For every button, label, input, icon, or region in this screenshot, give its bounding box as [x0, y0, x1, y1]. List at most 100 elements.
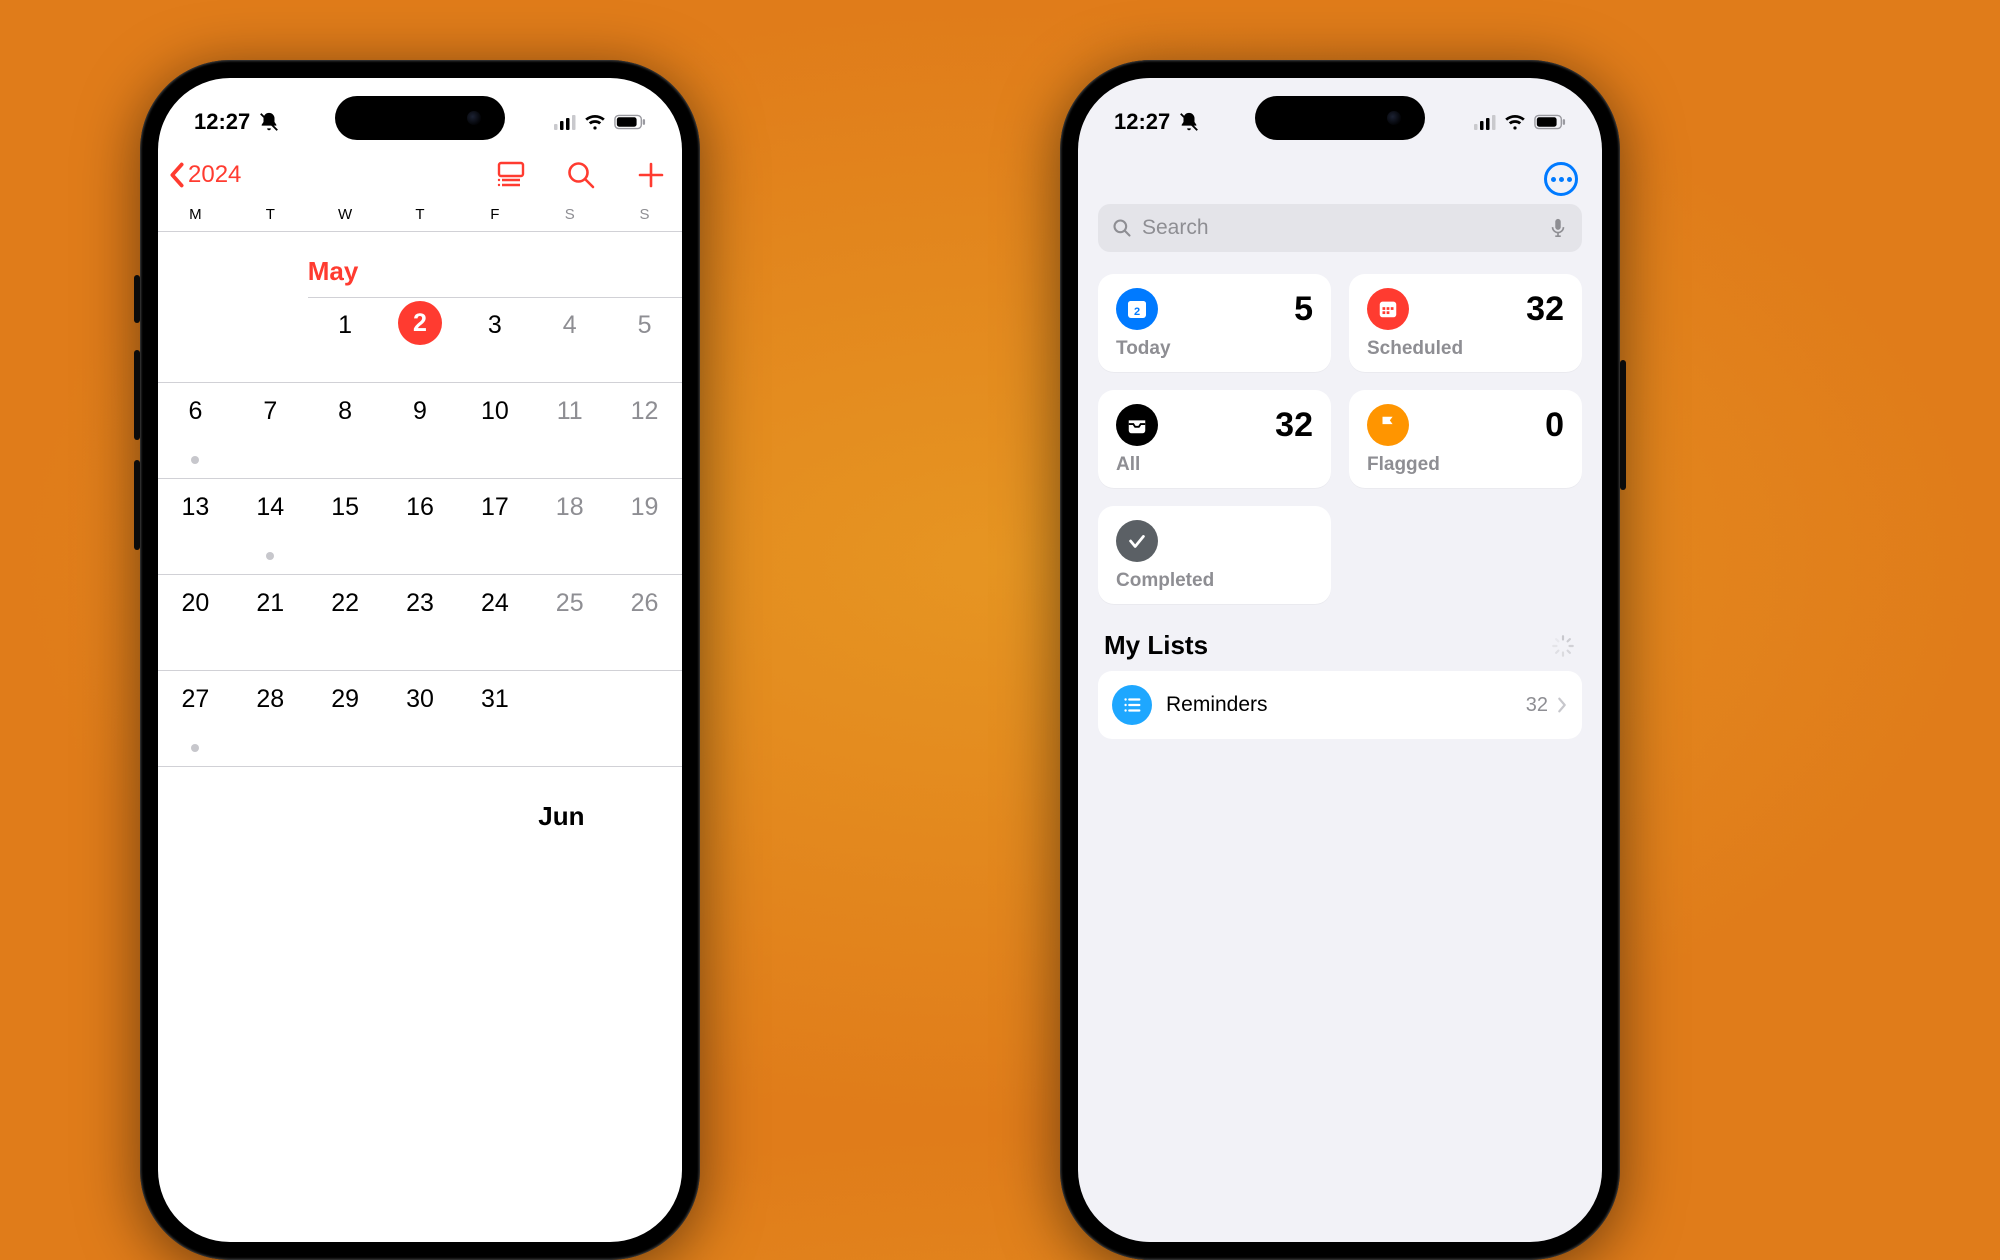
calendar-day[interactable]: 27	[158, 671, 233, 766]
phone-side-button	[134, 350, 140, 440]
calendar-day[interactable]: 24	[457, 575, 532, 670]
calendar-day[interactable]: 23	[383, 575, 458, 670]
calendar-day[interactable]: 2	[383, 297, 458, 382]
calendar-day[interactable]: 11	[532, 383, 607, 478]
tile-today[interactable]: 2 5 Today	[1098, 274, 1331, 372]
calendar-day-number: 21	[256, 589, 284, 618]
dynamic-island	[335, 96, 505, 140]
calendar-day-number: 20	[182, 589, 210, 618]
checkmark-icon	[1116, 520, 1158, 562]
search-icon	[1112, 218, 1132, 238]
calendar-day-number: 7	[263, 397, 277, 426]
search-field[interactable]: Search	[1098, 204, 1582, 252]
calendar-day[interactable]: 30	[383, 671, 458, 766]
calendar-day[interactable]: 20	[158, 575, 233, 670]
calendar-day[interactable]: 31	[457, 671, 532, 766]
tile-scheduled[interactable]: 32 Scheduled	[1349, 274, 1582, 372]
calendar-day-number: 2	[398, 301, 442, 345]
tile-completed-label: Completed	[1116, 570, 1313, 592]
calendar-week-row: 1234 5	[158, 297, 682, 383]
calendar-day[interactable]: 15	[308, 479, 383, 574]
list-count: 32	[1526, 694, 1548, 717]
calendar-day-number: 9	[413, 397, 427, 426]
dictation-icon[interactable]	[1548, 218, 1568, 238]
calendar-day[interactable]: 29	[308, 671, 383, 766]
calendar-day[interactable]: 12	[607, 383, 682, 478]
calendar-day[interactable]: 19	[607, 479, 682, 574]
calendar-day-number: 27	[182, 685, 210, 714]
calendar-day[interactable]: 8	[308, 383, 383, 478]
dow-label: T	[383, 206, 458, 223]
back-to-year-button[interactable]: 2024	[168, 161, 241, 189]
smart-lists-grid: 2 5 Today 32 Scheduled	[1078, 252, 1602, 614]
list-bullet-icon	[1112, 685, 1152, 725]
phone-side-button	[1620, 360, 1626, 490]
calendar-day[interactable]: 7	[233, 383, 308, 478]
calendar-day-number: 14	[256, 493, 284, 522]
calendar-day[interactable]: 9	[383, 383, 458, 478]
wifi-icon	[584, 114, 606, 130]
calendar-day[interactable]: 1	[308, 297, 383, 382]
tile-all-count: 32	[1275, 406, 1313, 445]
calendar-day-number: 12	[631, 397, 659, 426]
tile-completed[interactable]: Completed	[1098, 506, 1331, 604]
calendar-week-row: 6 7 8 9 10 11 12	[158, 383, 682, 479]
inbox-icon	[1116, 404, 1158, 446]
battery-icon	[1534, 114, 1566, 130]
calendar-day[interactable]: 26	[607, 575, 682, 670]
calendar-day-number: 16	[406, 493, 434, 522]
dow-label: S	[532, 206, 607, 223]
calendar-day[interactable]: 21	[233, 575, 308, 670]
calendar-day-number: 5	[638, 311, 652, 340]
chevron-right-icon	[1556, 696, 1568, 714]
dow-label: M	[158, 206, 233, 223]
calendar-day-number: 15	[331, 493, 359, 522]
status-time: 12:27	[194, 109, 250, 135]
month-label-jun[interactable]: Jun	[538, 767, 682, 842]
calendar-day-number: 13	[182, 493, 210, 522]
search-icon[interactable]	[566, 160, 596, 190]
calendar-day[interactable]: 10	[457, 383, 532, 478]
calendar-day-empty	[233, 297, 308, 382]
calendar-day-number: 18	[556, 493, 584, 522]
calendar-day-empty	[158, 297, 233, 382]
calendar-week-row: 20 21 222324 25 26	[158, 575, 682, 671]
calendar-day[interactable]: 16	[383, 479, 458, 574]
list-view-icon[interactable]	[496, 160, 526, 190]
calendar-day[interactable]: 5	[607, 297, 682, 382]
calendar-day[interactable]: 17	[457, 479, 532, 574]
calendar-day[interactable]: 13	[158, 479, 233, 574]
calendar-day[interactable]: 18	[532, 479, 607, 574]
calendar-day-number: 11	[557, 397, 583, 426]
calendar-week-row: 27 282930 31	[158, 671, 682, 767]
calendar-day[interactable]: 22	[308, 575, 383, 670]
calendar-icon	[1367, 288, 1409, 330]
dow-label: T	[233, 206, 308, 223]
calendar-day[interactable]: 3	[457, 297, 532, 382]
tile-flagged[interactable]: 0 Flagged	[1349, 390, 1582, 488]
add-event-icon[interactable]	[636, 160, 666, 190]
tile-all[interactable]: 32 All	[1098, 390, 1331, 488]
chevron-left-icon	[168, 161, 186, 189]
dynamic-island	[1255, 96, 1425, 140]
search-placeholder: Search	[1142, 216, 1538, 240]
list-name: Reminders	[1166, 693, 1526, 717]
calendar-day[interactable]: 25	[532, 575, 607, 670]
calendar-day-number: 25	[556, 589, 584, 618]
silent-icon	[258, 111, 280, 133]
calendar-day[interactable]: 4	[532, 297, 607, 382]
silent-icon	[1178, 111, 1200, 133]
more-options-button[interactable]	[1544, 162, 1578, 196]
calendar-day-number: 31	[481, 685, 509, 714]
list-row-reminders[interactable]: Reminders 32	[1098, 671, 1582, 739]
calendar-day[interactable]: 6	[158, 383, 233, 478]
wifi-icon	[1504, 114, 1526, 130]
tile-today-label: Today	[1116, 338, 1313, 360]
phone-side-button	[134, 460, 140, 550]
calendar-day[interactable]: 14	[233, 479, 308, 574]
month-label-may[interactable]: May	[308, 232, 682, 297]
flag-icon	[1367, 404, 1409, 446]
year-label: 2024	[188, 161, 241, 189]
calendar-day[interactable]: 28	[233, 671, 308, 766]
calendar-day-number: 8	[338, 397, 352, 426]
